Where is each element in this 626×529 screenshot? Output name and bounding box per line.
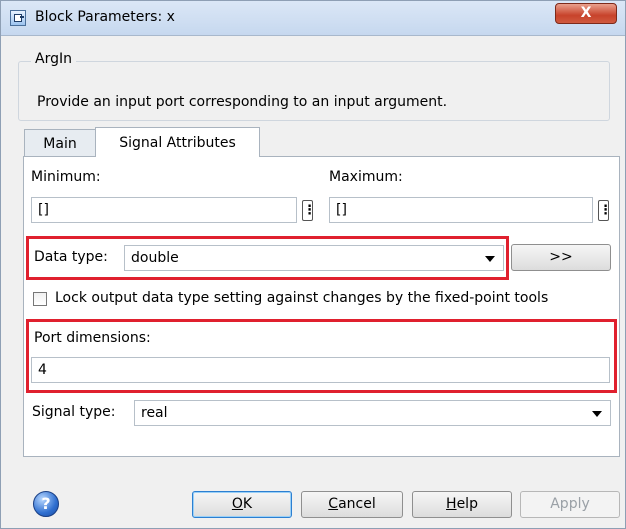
- maximum-field[interactable]: []: [329, 197, 593, 223]
- apply-button[interactable]: Apply: [520, 491, 620, 518]
- ok-button[interactable]: OK: [192, 491, 292, 518]
- minimum-label: Minimum:: [31, 169, 101, 185]
- port-dimensions-label: Port dimensions:: [34, 330, 151, 346]
- lock-output-checkbox[interactable]: [33, 292, 47, 306]
- minimum-field[interactable]: []: [31, 197, 297, 223]
- signal-type-label: Signal type:: [32, 404, 116, 420]
- group-title: ArgIn: [31, 51, 76, 67]
- port-dimensions-field[interactable]: 4: [31, 357, 610, 383]
- data-type-label: Data type:: [34, 249, 108, 265]
- group-description: Provide an input port corresponding to a…: [37, 94, 448, 110]
- signal-type-value: real: [141, 405, 168, 421]
- close-button[interactable]: X: [555, 3, 617, 24]
- data-type-value: double: [131, 250, 179, 266]
- argin-group-box: [18, 61, 610, 121]
- cancel-button[interactable]: Cancel: [301, 491, 403, 518]
- help-mnemonic: H: [446, 496, 457, 512]
- ok-mnemonic: O: [231, 496, 243, 512]
- cancel-label-rest: ancel: [338, 496, 376, 512]
- tab-main[interactable]: Main: [24, 129, 96, 157]
- help-button[interactable]: Help: [412, 491, 512, 518]
- window-title: Block Parameters: x: [35, 9, 175, 25]
- maximum-more-icon[interactable]: ⋮: [598, 200, 612, 221]
- cancel-mnemonic: C: [328, 496, 339, 512]
- simulink-block-icon: [10, 10, 26, 26]
- lock-output-label: Lock output data type setting against ch…: [55, 290, 549, 306]
- data-type-assistant-button[interactable]: >>: [511, 244, 611, 271]
- title-bar[interactable]: Block Parameters: x X: [1, 1, 625, 36]
- maximum-label: Maximum:: [329, 169, 403, 185]
- signal-type-dropdown[interactable]: real: [134, 400, 611, 426]
- minimum-more-icon[interactable]: ⋮: [302, 200, 316, 221]
- help-question-icon[interactable]: ?: [33, 491, 59, 517]
- data-type-dropdown[interactable]: double: [124, 245, 504, 271]
- help-label-rest: elp: [456, 496, 478, 512]
- chevron-down-icon: [592, 411, 602, 417]
- ok-label-rest: K: [242, 496, 253, 512]
- tab-signal-attributes[interactable]: Signal Attributes: [95, 127, 260, 157]
- chevron-down-icon: [485, 256, 495, 262]
- block-parameters-dialog: Block Parameters: x X ArgIn Provide an i…: [0, 0, 626, 529]
